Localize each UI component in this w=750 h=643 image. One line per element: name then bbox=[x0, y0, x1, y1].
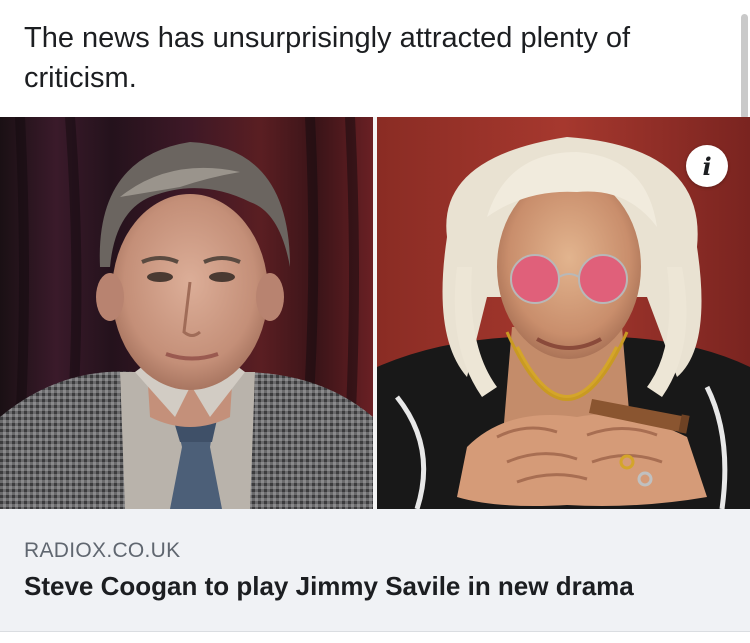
link-domain: RADIOX.CO.UK bbox=[24, 539, 181, 562]
post-text: The news has unsurprisingly attracted pl… bbox=[24, 22, 631, 94]
link-headline[interactable]: Steve Coogan to play Jimmy Savile in new… bbox=[24, 571, 634, 602]
left-portrait-photo bbox=[0, 117, 373, 509]
link-preview-card[interactable]: i RADIOX.CO.UK Steve Coogan to play Jimm… bbox=[0, 117, 750, 632]
link-preview-image[interactable]: i bbox=[0, 117, 750, 509]
right-portrait-photo: i bbox=[377, 117, 750, 509]
link-card-footer[interactable]: RADIOX.CO.UK Steve Coogan to play Jimmy … bbox=[0, 509, 750, 632]
info-icon[interactable]: i bbox=[686, 145, 728, 187]
scrollbar[interactable] bbox=[741, 14, 748, 119]
